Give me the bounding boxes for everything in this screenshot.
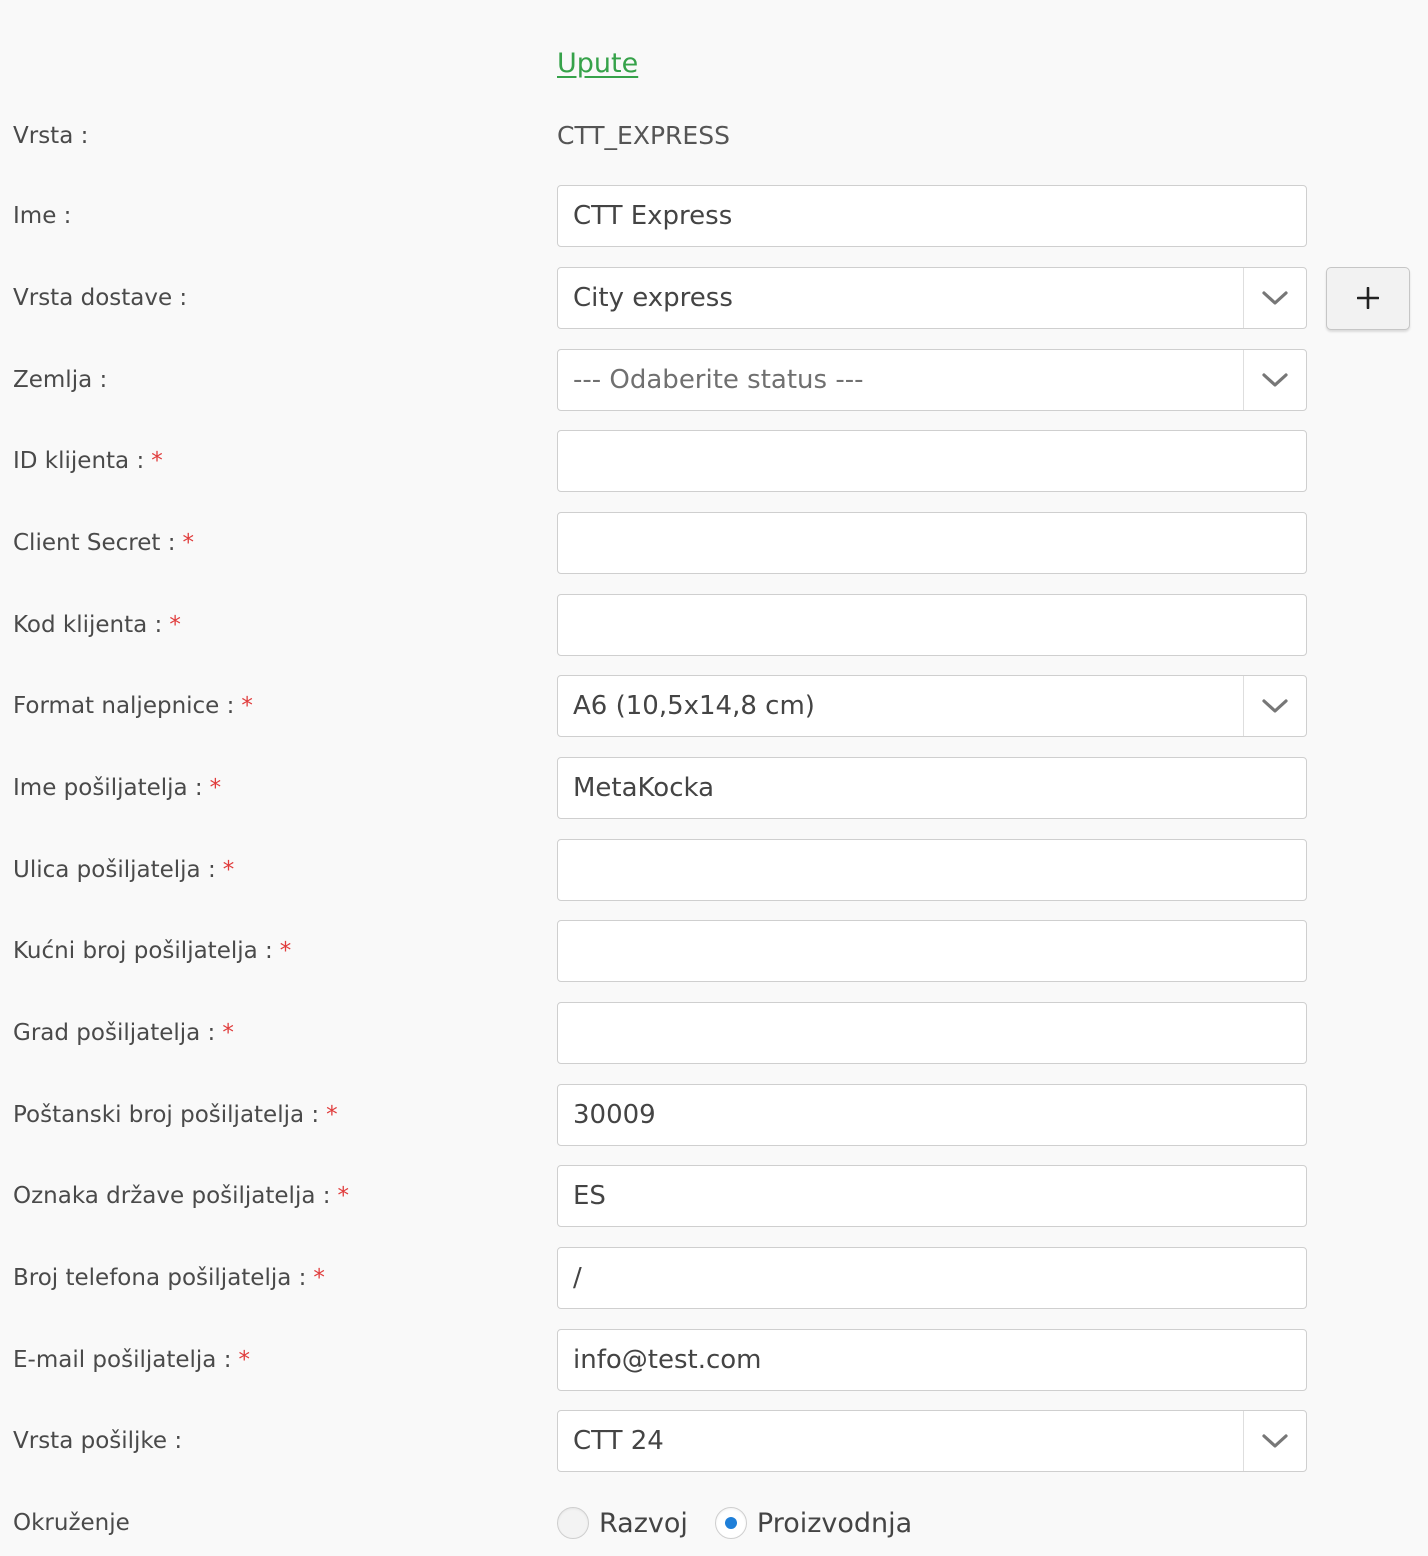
email-posiljatelja-label: E-mail pošiljatelja : * [13, 1347, 250, 1373]
vrsta-posiljke-label: Vrsta pošiljke : [13, 1428, 183, 1454]
vrsta-posiljke-select-value: CTT 24 [573, 1426, 664, 1456]
required-marker: * [241, 693, 253, 719]
zemlja-select[interactable]: --- Odaberite status --- [557, 349, 1307, 411]
radio-razvoj-label[interactable]: Razvoj [599, 1508, 688, 1539]
grad-posiljatelja-label: Grad pošiljatelja : * [13, 1020, 234, 1046]
required-marker: * [326, 1102, 338, 1128]
plus-icon [1357, 287, 1379, 309]
required-marker: * [279, 938, 292, 964]
broj-telefona-input-value: / [573, 1263, 582, 1293]
vrsta-value: CTT_EXPRESS [557, 121, 730, 150]
ulica-posiljatelja-label: Ulica pošiljatelja : * [13, 857, 235, 883]
row-oznaka-drzave: Oznaka države pošiljatelja : * ES [0, 1165, 1428, 1227]
ime-input-value: CTT Express [573, 201, 733, 231]
required-marker: * [222, 1020, 234, 1046]
id-klijenta-label: ID klijenta : * [13, 448, 163, 474]
row-id-klijenta: ID klijenta : * [0, 430, 1428, 492]
required-marker: * [169, 612, 181, 638]
chevron-down-icon[interactable] [1243, 1411, 1306, 1471]
row-postanski-broj: Poštanski broj pošiljatelja : * 30009 [0, 1084, 1428, 1146]
radio-proizvodnja[interactable] [714, 1507, 747, 1539]
required-marker: * [337, 1183, 350, 1209]
required-marker: * [182, 530, 194, 556]
instructions-link[interactable]: Upute [557, 44, 638, 84]
required-marker: * [151, 448, 163, 474]
row-vrsta: Vrsta : CTT_EXPRESS [0, 105, 1428, 167]
kod-klijenta-input[interactable] [557, 594, 1307, 656]
ime-label: Ime : [13, 203, 72, 229]
ulica-posiljatelja-input[interactable] [557, 839, 1307, 901]
ime-input[interactable]: CTT Express [557, 185, 1307, 247]
required-marker: * [209, 775, 222, 801]
kucni-broj-input[interactable] [557, 920, 1307, 982]
row-zemlja: Zemlja : --- Odaberite status --- [0, 349, 1428, 411]
row-ulica-posiljatelja: Ulica pošiljatelja : * [0, 839, 1428, 901]
email-posiljatelja-input-value: info@test.com [573, 1345, 762, 1375]
format-naljepnice-label: Format naljepnice : * [13, 693, 253, 719]
row-broj-telefona: Broj telefona pošiljatelja : * / [0, 1247, 1428, 1309]
ime-posiljatelja-label: Ime pošiljatelja : * [13, 775, 222, 801]
oznaka-drzave-input[interactable]: ES [557, 1165, 1307, 1227]
id-klijenta-input[interactable] [557, 430, 1307, 492]
vrsta-dostave-select[interactable]: City express [557, 267, 1307, 329]
row-grad-posiljatelja: Grad pošiljatelja : * [0, 1002, 1428, 1064]
broj-telefona-input[interactable]: / [557, 1247, 1307, 1309]
kod-klijenta-label: Kod klijenta : * [13, 612, 181, 638]
environment-radio-group: Razvoj Proizvodnja [557, 1507, 939, 1539]
chevron-down-icon[interactable] [1243, 268, 1306, 328]
postanski-broj-label: Poštanski broj pošiljatelja : * [13, 1102, 338, 1128]
okruzenje-label: Okruženje [13, 1510, 130, 1536]
required-marker: * [313, 1265, 325, 1291]
required-marker: * [222, 857, 235, 883]
ime-posiljatelja-input[interactable]: MetaKocka [557, 757, 1307, 819]
radio-proizvodnja-label[interactable]: Proizvodnja [757, 1508, 912, 1539]
vrsta-dostave-label: Vrsta dostave : [13, 285, 188, 311]
radio-razvoj[interactable] [557, 1507, 589, 1539]
zemlja-select-placeholder: --- Odaberite status --- [573, 365, 864, 395]
broj-telefona-label: Broj telefona pošiljatelja : * [13, 1265, 325, 1291]
postanski-broj-input[interactable]: 30009 [557, 1084, 1307, 1146]
email-posiljatelja-input[interactable]: info@test.com [557, 1329, 1307, 1391]
zemlja-label: Zemlja : [13, 367, 108, 393]
format-naljepnice-select[interactable]: A6 (10,5x14,8 cm) [557, 675, 1307, 737]
row-kod-klijenta: Kod klijenta : * [0, 594, 1428, 656]
chevron-down-icon[interactable] [1243, 676, 1306, 736]
oznaka-drzave-input-value: ES [573, 1181, 606, 1211]
grad-posiljatelja-input[interactable] [557, 1002, 1307, 1064]
row-ime-posiljatelja: Ime pošiljatelja : * MetaKocka [0, 757, 1428, 819]
row-okruzenje: Okruženje Razvoj Proizvodnja [0, 1492, 1428, 1554]
oznaka-drzave-label: Oznaka države pošiljatelja : * [13, 1183, 350, 1209]
ime-posiljatelja-input-value: MetaKocka [573, 773, 715, 803]
vrsta-label: Vrsta : [13, 123, 89, 149]
postanski-broj-input-value: 30009 [573, 1100, 656, 1130]
kucni-broj-label: Kućni broj pošiljatelja : * [13, 938, 292, 964]
vrsta-dostave-select-value: City express [573, 283, 733, 313]
row-kucni-broj: Kućni broj pošiljatelja : * [0, 920, 1428, 982]
row-format-naljepnice: Format naljepnice : * A6 (10,5x14,8 cm) [0, 675, 1428, 737]
add-delivery-type-button[interactable] [1326, 266, 1410, 330]
required-marker: * [238, 1347, 250, 1373]
row-vrsta-posiljke: Vrsta pošiljke : CTT 24 [0, 1410, 1428, 1472]
client-secret-label: Client Secret : * [13, 530, 194, 556]
row-client-secret: Client Secret : * [0, 512, 1428, 574]
row-ime: Ime : CTT Express [0, 185, 1428, 247]
client-secret-input[interactable] [557, 512, 1307, 574]
row-vrsta-dostave: Vrsta dostave : City express [0, 266, 1428, 330]
format-naljepnice-select-value: A6 (10,5x14,8 cm) [573, 691, 815, 721]
row-email-posiljatelja: E-mail pošiljatelja : * info@test.com [0, 1329, 1428, 1391]
vrsta-posiljke-select[interactable]: CTT 24 [557, 1410, 1307, 1472]
chevron-down-icon[interactable] [1243, 350, 1306, 410]
